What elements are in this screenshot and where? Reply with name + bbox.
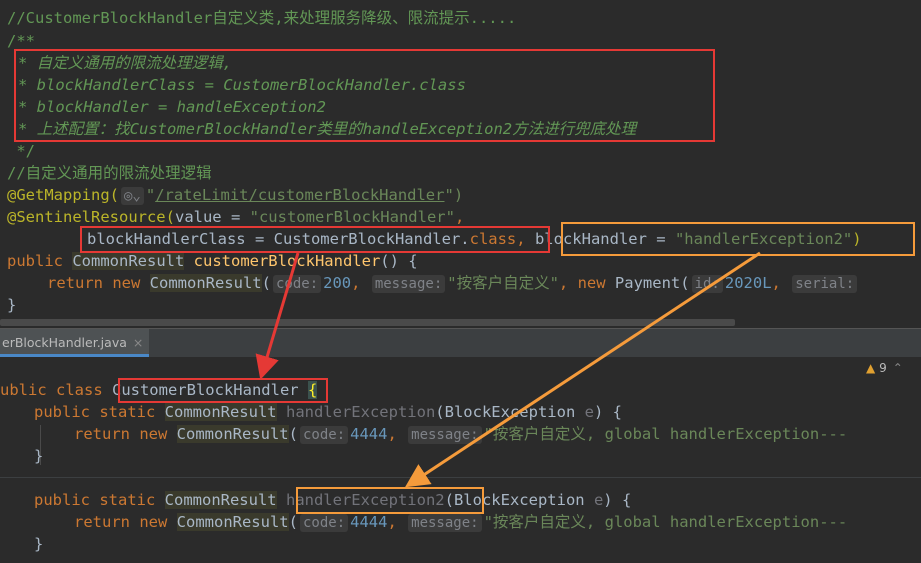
javadoc-line: * blockHandlerClass = CustomerBlockHandl… [18,76,466,94]
type-name: CommonResult [149,274,262,292]
keyword: class [469,230,517,248]
warning-count: 9 [879,361,887,375]
javadoc-line: * 自定义通用的限流处理逻辑, [18,54,232,72]
type-name: CommonResult [164,403,277,421]
param-name: e [584,403,594,421]
keyword: return [47,274,113,292]
number-literal: 4444 [350,513,388,531]
punctuation: ) { [593,403,622,421]
javadoc-line: * 上述配置：找CustomerBlockHandler类里的handleExc… [18,120,637,138]
javadoc-end: */ [7,142,35,160]
block-handler-line: blockHandlerClass = CustomerBlockHandler… [87,228,862,250]
type-name: CommonResult [72,252,185,270]
param-hint: message: [408,514,482,532]
method-name: handlerException2 [285,491,445,509]
string-literal: "按客户自定义, global handlerException--- [483,513,848,531]
close-brace: } [34,535,44,553]
number-literal: 2020L [724,274,772,292]
param-hint: message: [408,426,482,444]
param-hint: id: [691,275,723,293]
brace: { [307,381,318,399]
punctuation: ) [852,230,862,248]
close-icon[interactable]: × [133,335,143,350]
param: (BlockException [435,403,585,421]
annotation: @SentinelResource( [7,208,175,226]
type-name: CommonResult [176,425,289,443]
javadoc-start: /** [7,32,35,50]
keyword: return [74,513,140,531]
editor-tab-bar: erBlockHandler.java × [0,328,921,357]
tab-customer-block-handler[interactable]: erBlockHandler.java × [0,329,150,357]
string-quote: ") [444,186,464,204]
warnings-indicator[interactable]: ▲ 9 ⌃ [866,361,903,375]
punctuation: , [516,230,526,248]
punctuation: () { [380,252,418,270]
tab-label: erBlockHandler.java [2,335,127,350]
return-line: return new CommonResult(code: 200, messag… [47,272,859,294]
class-name: CustomerBlockHandler [111,381,299,399]
string-literal: "按客户自定义" [447,274,559,292]
method-separator [0,477,921,478]
keyword: return [74,425,140,443]
keyword: new [112,274,150,292]
string-literal: "customerBlockHandler" [249,208,455,226]
keyword: new [139,425,177,443]
type-name: CommonResult [176,513,289,531]
class-decl-line: ublic class CustomerBlockHandler { [0,379,318,401]
param-hint: serial: [792,275,858,293]
keyword: ublic class [0,381,112,399]
param-hint: code: [272,275,322,293]
param-text: blockHandler = [534,230,675,248]
punctuation: , [454,208,465,226]
close-brace: } [7,296,17,314]
number-literal: 4444 [350,425,388,443]
url-link[interactable]: /rateLimit/customerBlockHandler [155,186,444,204]
javadoc-line: * blockHandler = handleException2 [18,98,326,116]
keyword: public static [34,403,165,421]
punctuation: ) { [603,491,632,509]
string-quote: " [145,186,156,204]
type-name: CommonResult [164,491,277,509]
number-literal: 200 [323,274,352,292]
code-comment-line: //CustomerBlockHandler自定义类,来处理服务降级、限流提示.… [7,9,517,27]
method-decl-line: public CommonResult customerBlockHandler… [7,250,418,272]
horizontal-scrollbar[interactable] [0,319,735,326]
close-brace: } [34,447,44,465]
param-hint: message: [371,275,446,293]
get-mapping-line: @GetMapping(◎⌄ "/rateLimit/customerBlockH… [7,184,463,206]
keyword: public static [34,491,165,509]
method-name: handlerException [285,403,436,421]
chevron-down-icon[interactable]: ⌃ [893,361,903,375]
param: (BlockException [444,491,594,509]
globe-icon[interactable]: ◎⌄ [120,187,144,205]
return-line: return new CommonResult(code: 4444, messa… [74,513,848,532]
param-name: e [593,491,604,509]
string-literal: "handlerException2" [674,230,853,248]
method-decl-line: public static CommonResult handlerExcept… [34,401,622,423]
sentinel-resource-line: @SentinelResource(value = "customerBlock… [7,206,464,228]
keyword: public [7,252,73,270]
method-name: customerBlockHandler [193,252,381,270]
type-name: Payment( [614,274,690,292]
annotation: @GetMapping( [7,186,119,204]
return-line: return new CommonResult(code: 4444, messa… [74,425,848,444]
keyword: new [139,513,177,531]
code-comment-line: //自定义通用的限流处理逻辑 [7,164,212,182]
warning-icon: ▲ [866,361,876,375]
param-text: blockHandlerClass = CustomerBlockHandler… [87,230,470,248]
param-name: value = [174,208,250,226]
method-decl-line: public static CommonResult handlerExcept… [34,489,631,511]
string-literal: "按客户自定义, global handlerException--- [483,425,848,443]
param-hint: code: [299,514,349,532]
param-hint: code: [299,426,349,444]
keyword: new [577,274,615,292]
